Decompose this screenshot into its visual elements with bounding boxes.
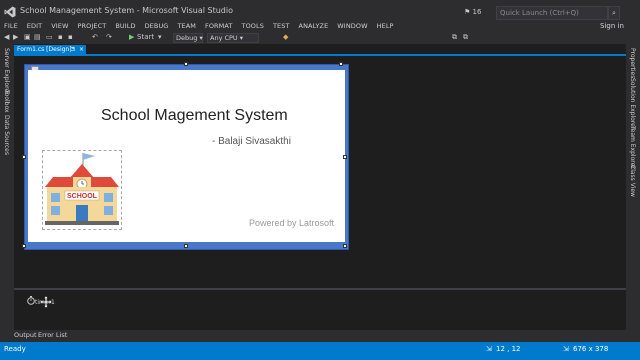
start-dropdown-chevron-icon[interactable]: ▾: [158, 33, 162, 41]
server-explorer-tab[interactable]: Server Explorer: [3, 48, 10, 95]
properties-tab[interactable]: Properties: [629, 48, 636, 78]
menu-project[interactable]: PROJECT: [78, 22, 107, 30]
school-building-icon: SCHOOL: [45, 153, 119, 225]
solution-explorer-tab[interactable]: Solution Explorer: [629, 78, 636, 129]
quick-launch-input[interactable]: Quick Launch (Ctrl+Q): [496, 6, 608, 20]
menu-bar: FILE EDIT VIEW PROJECT BUILD DEBUG TEAM …: [0, 20, 640, 32]
search-icon[interactable]: ⌕: [608, 6, 620, 20]
solution-icon[interactable]: ▣: [24, 33, 31, 41]
close-icon[interactable]: ×: [79, 45, 84, 54]
team-explorer-tab[interactable]: Team Explorer: [629, 126, 636, 169]
menu-analyze[interactable]: ANALYZE: [299, 22, 329, 30]
start-button[interactable]: Start: [137, 33, 154, 41]
form-title-label[interactable]: School Magement System: [101, 107, 288, 125]
redo-icon[interactable]: ↷: [106, 33, 112, 41]
layout-tool-icon[interactable]: ⧉: [452, 33, 457, 42]
flag-icon: ⚑: [464, 8, 471, 16]
window-title: School Management System - Microsoft Vis…: [20, 6, 234, 15]
toolbox-tab[interactable]: Toolbox: [3, 90, 10, 113]
selection-size-icon: ⇲: [563, 345, 569, 353]
move-cursor-icon: [40, 296, 52, 308]
new-project-icon[interactable]: ▤: [34, 33, 41, 41]
undo-icon[interactable]: ↶: [92, 33, 98, 41]
sign-in-link[interactable]: Sign in: [600, 22, 624, 30]
menu-file[interactable]: FILE: [4, 22, 18, 30]
menu-help[interactable]: HELP: [377, 22, 394, 30]
class-view-tab[interactable]: Class View: [629, 165, 636, 197]
cursor-position: 12 , 12: [496, 345, 521, 353]
timer-icon[interactable]: [27, 296, 35, 305]
menu-format[interactable]: FORMAT: [205, 22, 233, 30]
form-author-label[interactable]: - Balaji Sivasakthi: [212, 136, 291, 147]
resize-handle-right[interactable]: [343, 155, 347, 159]
status-text: Ready: [4, 345, 26, 353]
menu-build[interactable]: BUILD: [115, 22, 135, 30]
menu-tools[interactable]: TOOLS: [242, 22, 264, 30]
tab-output[interactable]: Output: [14, 331, 37, 339]
save-all-icon[interactable]: ▪: [68, 33, 73, 41]
visual-studio-logo-icon: [4, 6, 16, 18]
pin-icon[interactable]: ⊐: [70, 45, 75, 54]
configuration-value: Debug: [176, 34, 198, 42]
tab-error-list[interactable]: Error List: [38, 331, 67, 339]
menu-window[interactable]: WINDOW: [337, 22, 367, 30]
resize-handle-bottom-right[interactable]: [343, 244, 347, 248]
form-powered-by-label[interactable]: Powered by Latrosoft: [249, 218, 334, 228]
open-icon[interactable]: ▭: [46, 33, 53, 41]
menu-view[interactable]: VIEW: [51, 22, 68, 30]
resize-handle-top-right[interactable]: [339, 62, 343, 66]
bottom-tab-strip: [14, 330, 626, 342]
platform-value: Any CPU: [210, 34, 238, 42]
data-sources-tab[interactable]: Data Sources: [3, 115, 10, 155]
back-icon[interactable]: ◀: [4, 33, 9, 41]
status-bar: [0, 342, 640, 360]
school-sign-text: SCHOOL: [67, 193, 98, 200]
resize-handle-bottom[interactable]: [184, 244, 188, 248]
align-tool-icon[interactable]: ⧉: [463, 33, 468, 42]
menu-debug[interactable]: DEBUG: [145, 22, 169, 30]
notifications-flag[interactable]: ⚑ 16: [464, 8, 481, 16]
menu-edit[interactable]: EDIT: [27, 22, 42, 30]
resize-handle-bottom-left[interactable]: [22, 244, 26, 248]
resize-handle-left[interactable]: [22, 155, 26, 159]
school-picture-box[interactable]: SCHOOL: [42, 150, 122, 230]
menu-team[interactable]: TEAM: [177, 22, 196, 30]
forward-icon[interactable]: ▶: [13, 33, 18, 41]
menu-test[interactable]: TEST: [273, 22, 290, 30]
selection-size: 676 x 378: [573, 345, 609, 353]
bookmark-icon[interactable]: ◆: [283, 33, 288, 41]
start-icon[interactable]: ▶: [129, 33, 134, 41]
component-tray: [14, 290, 626, 326]
platform-select[interactable]: Any CPU ▾: [207, 33, 259, 43]
tab-form1-design[interactable]: Form1.cs [Design]*: [14, 45, 86, 54]
resize-handle-top[interactable]: [184, 62, 188, 66]
save-icon[interactable]: ▪: [58, 33, 63, 41]
cursor-position-icon: ⇲: [486, 345, 492, 353]
notification-count: 16: [472, 8, 482, 16]
configuration-select[interactable]: Debug ▾: [173, 33, 203, 43]
